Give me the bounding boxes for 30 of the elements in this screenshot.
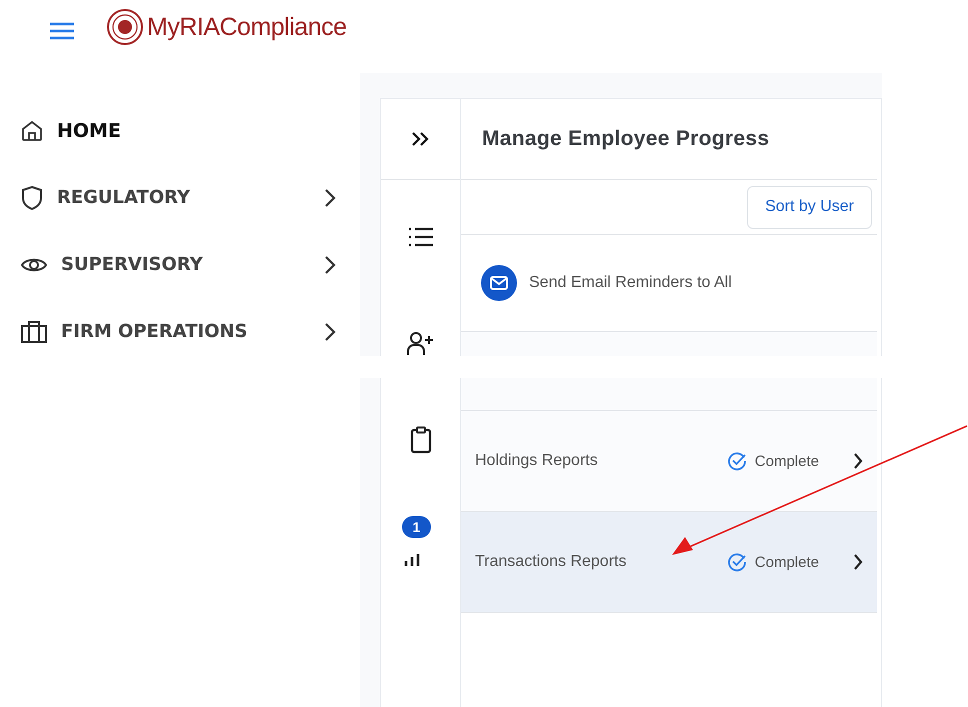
logo-text: MyRIACompliance <box>147 12 347 42</box>
nav-item[interactable]: HOME <box>0 97 360 164</box>
nav-item[interactable]: REGULATORY <box>0 164 360 231</box>
nav-item[interactable]: FIRM OPERATIONS <box>0 298 360 365</box>
clipboard-icon[interactable] <box>410 426 432 454</box>
briefcase-icon <box>20 320 48 344</box>
nav-item[interactable]: SUPERVISORY <box>0 231 360 298</box>
chevron-right-icon <box>324 254 336 274</box>
mail-icon[interactable] <box>481 265 517 301</box>
check-circle-icon <box>726 451 747 471</box>
shield-icon <box>20 184 44 210</box>
sort-button[interactable]: Sort by User <box>747 186 872 228</box>
panel-title: Manage Employee Progress <box>482 127 770 151</box>
report-row[interactable]: Holdings Reports Complete <box>461 411 877 512</box>
home-icon <box>20 118 44 142</box>
notification-badge: 1 <box>402 516 432 538</box>
status-text: Complete <box>754 554 819 570</box>
menu-icon[interactable] <box>49 22 75 40</box>
chevron-right-icon <box>853 553 863 571</box>
chevron-right-icon <box>324 188 336 208</box>
check-circle-icon <box>726 552 747 572</box>
logo-icon <box>105 7 145 47</box>
expand-icon[interactable] <box>410 131 430 147</box>
report-row[interactable]: Transactions Reports Complete <box>461 512 877 613</box>
list-icon[interactable] <box>408 227 434 247</box>
chevron-right-icon <box>324 322 336 342</box>
add-user-icon[interactable] <box>406 331 436 355</box>
email-reminder-link[interactable]: Send Email Reminders to All <box>529 274 732 292</box>
chevron-right-icon <box>853 452 863 470</box>
status-text: Complete <box>754 452 819 470</box>
